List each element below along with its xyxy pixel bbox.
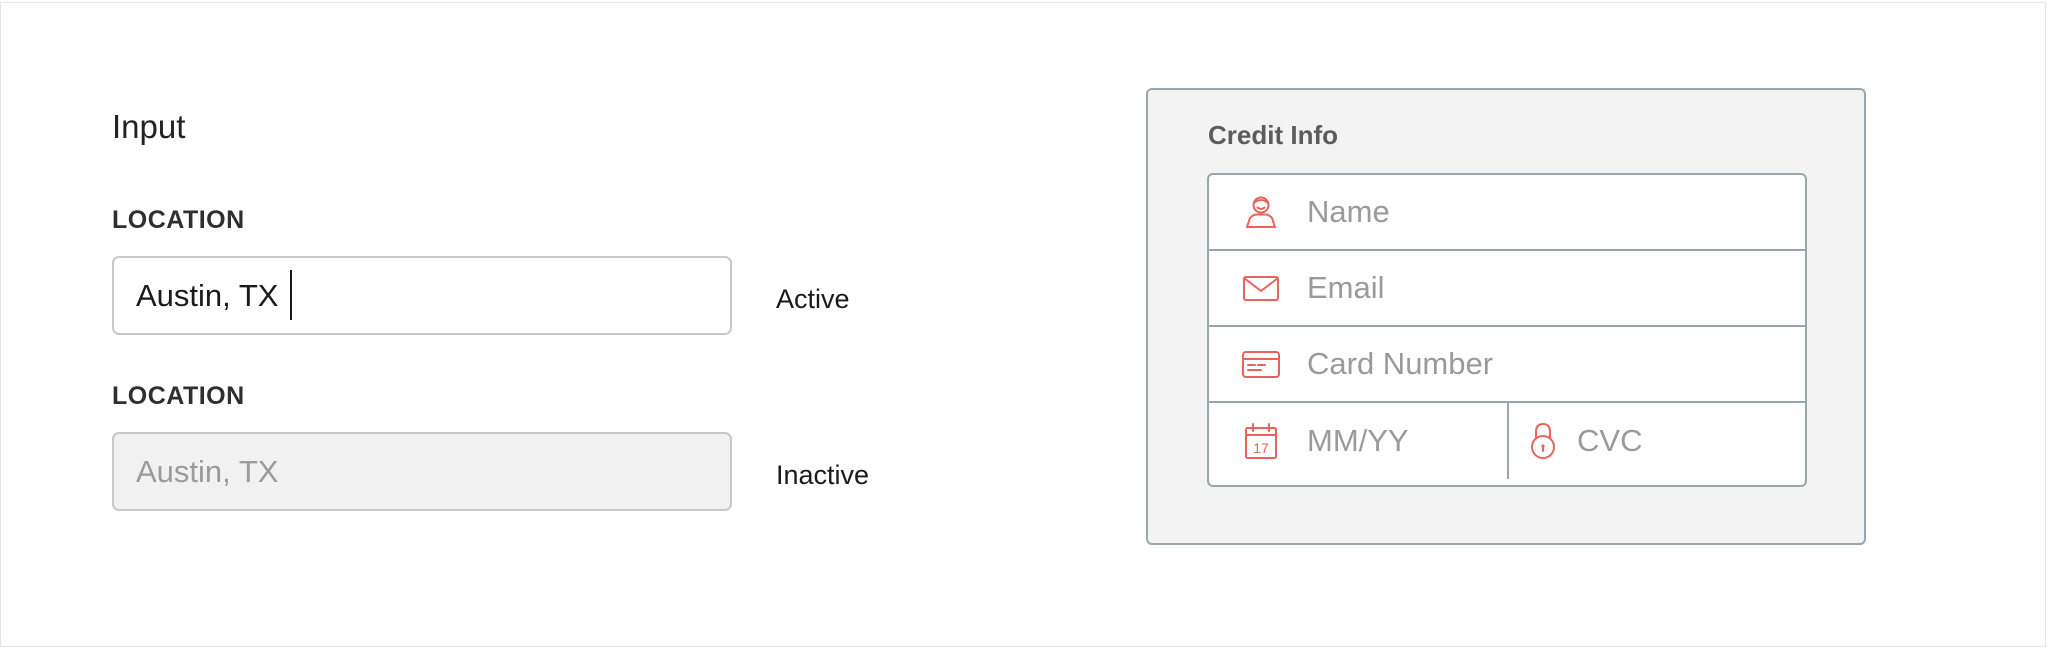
credit-card-icon <box>1241 344 1281 384</box>
padlock-icon <box>1523 421 1563 461</box>
active-state-label: Active <box>776 284 850 314</box>
envelope-icon <box>1241 268 1281 308</box>
expiry-cell: 17 <box>1209 403 1507 479</box>
inactive-state-label: Inactive <box>776 460 870 490</box>
email-row <box>1209 251 1805 327</box>
location-label-active: LOCATION <box>112 206 245 234</box>
name-field[interactable] <box>1307 175 1787 249</box>
email-field[interactable] <box>1307 251 1787 325</box>
calendar-icon: 17 <box>1241 421 1281 461</box>
credit-info-title: Credit Info <box>1208 120 1338 150</box>
name-row <box>1209 175 1805 251</box>
text-caret <box>290 270 292 320</box>
expiry-field[interactable] <box>1307 403 1497 479</box>
cvc-cell <box>1509 403 1805 479</box>
location-input-active[interactable] <box>112 256 732 335</box>
calendar-day-text: 17 <box>1253 440 1269 456</box>
section-title: Input <box>112 108 186 145</box>
expiry-cvc-row: 17 <box>1209 403 1805 479</box>
location-input-inactive <box>112 432 732 511</box>
credit-info-form: 17 <box>1207 173 1807 487</box>
card-number-row <box>1209 327 1805 403</box>
location-label-inactive: LOCATION <box>112 382 245 410</box>
credit-info-card: Credit Info Name Email Card Number 17 MM… <box>1146 88 1866 545</box>
card-number-field[interactable] <box>1307 327 1787 401</box>
cvc-field[interactable] <box>1577 403 1787 479</box>
user-icon <box>1241 192 1281 232</box>
